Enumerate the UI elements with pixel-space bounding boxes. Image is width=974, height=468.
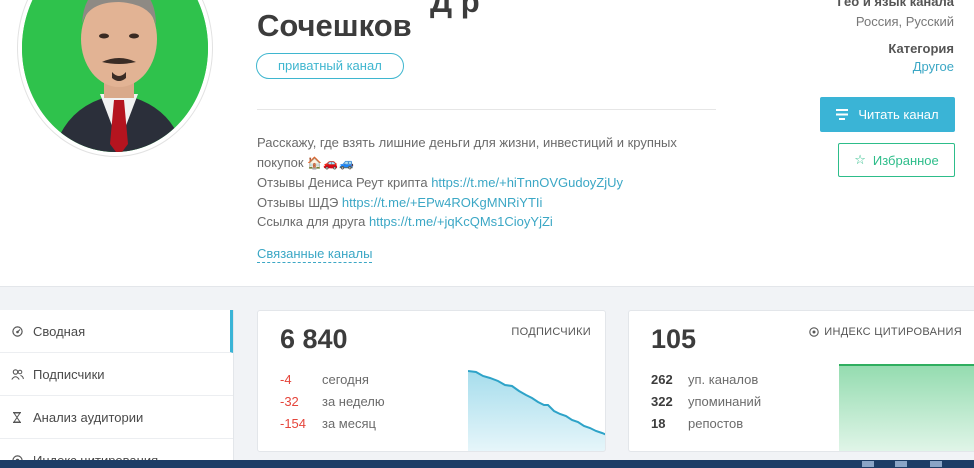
target-icon — [809, 327, 819, 337]
stat-text: сегодня — [322, 372, 369, 387]
stat-row: -4 сегодня — [280, 372, 369, 387]
favorite-button[interactable]: ☆ Избранное — [838, 143, 955, 177]
friend-link-label: Ссылка для друга — [257, 214, 366, 229]
read-channel-button[interactable]: Читать канал — [820, 97, 955, 132]
stat-row: 262 уп. каналов — [651, 372, 758, 387]
citation-index-value: 105 — [651, 324, 697, 354]
stat-row: 322 упоминаний — [651, 394, 761, 409]
channel-name-partial: Д р — [430, 0, 480, 19]
subscribers-sparkline — [468, 370, 605, 451]
channel-description: Расскажу, где взять лишние деньги для жи… — [257, 133, 697, 232]
read-channel-label: Читать канал — [858, 107, 939, 122]
stat-value: -32 — [280, 394, 299, 409]
description-line: Расскажу, где взять лишние деньги для жи… — [257, 135, 677, 150]
review-shde-link[interactable]: https://t.me/+EPw4ROKgMNRiYTIi — [342, 195, 542, 210]
users-icon — [10, 367, 24, 381]
house-car-emoji: 🏠🚗🚙 — [307, 155, 356, 170]
friend-link[interactable]: https://t.me/+jqKcQMs1CioyYjZi — [369, 214, 553, 229]
subscribers-label: ПОДПИСЧИКИ — [511, 326, 591, 338]
taskbar-icon[interactable] — [930, 461, 942, 467]
description-line: Отзывы Дениса Реут крипта https://t.me/+… — [257, 173, 697, 193]
channel-name: Сочешков — [257, 8, 412, 43]
favorite-label: Избранное — [872, 152, 939, 168]
description-line: Отзывы ШДЭ https://t.me/+EPw4ROKgMNRiYTI… — [257, 193, 697, 213]
taskbar-icon[interactable] — [895, 461, 907, 467]
stat-text: репостов — [688, 416, 744, 431]
citation-label-text: ИНДЕКС ЦИТИРОВАНИЯ — [824, 326, 962, 338]
stat-text: за неделю — [322, 394, 385, 409]
channel-avatar — [18, 0, 212, 156]
category-title: Категория — [888, 41, 954, 56]
stat-row: -32 за неделю — [280, 394, 385, 409]
stat-value: 18 — [651, 416, 666, 431]
review-denis-link[interactable]: https://t.me/+hiTnnOVGudoyZjUy — [431, 175, 623, 190]
related-channels-link[interactable]: Связанные каналы — [257, 246, 373, 263]
description-text: покупок — [257, 154, 304, 170]
gauge-icon — [10, 324, 24, 338]
stat-row: -154 за месяц — [280, 416, 376, 431]
header-divider — [257, 109, 716, 110]
os-taskbar — [0, 460, 974, 468]
channel-header: Д р Сочешков приватный канал Расскажу, г… — [0, 0, 974, 287]
review-shde-label: Отзывы ШДЭ — [257, 194, 339, 210]
stat-text: упоминаний — [688, 394, 762, 409]
description-line: Ссылка для друга https://t.me/+jqKcQMs1C… — [257, 212, 697, 232]
taskbar-icon[interactable] — [862, 461, 874, 467]
geo-title: Гео и язык канала — [837, 0, 954, 9]
sidebar-item-label: Подписчики — [33, 366, 105, 382]
citation-card: 105 ИНДЕКС ЦИТИРОВАНИЯ 262 уп. каналов 3… — [628, 310, 974, 452]
sidebar: Сводная Подписчики Анализ аудитории Инде… — [0, 310, 234, 468]
description-line: покупок 🏠🚗🚙 — [257, 153, 697, 174]
sidebar-item-label: Сводная — [33, 323, 86, 339]
stat-value: -154 — [280, 416, 307, 431]
stat-value: 322 — [651, 394, 673, 409]
sidebar-item-audience[interactable]: Анализ аудитории — [0, 396, 233, 439]
sidebar-item-summary[interactable]: Сводная — [0, 310, 233, 353]
stat-value: -4 — [280, 372, 292, 387]
sidebar-item-label: Анализ аудитории — [33, 409, 144, 425]
stat-value: 262 — [651, 372, 673, 387]
review-denis-label: Отзывы Дениса Реут крипта — [257, 175, 428, 190]
list-icon — [836, 109, 849, 120]
hourglass-icon — [10, 410, 24, 424]
stat-text: уп. каналов — [688, 372, 759, 387]
subscribers-card: 6 840 ПОДПИСЧИКИ -4 сегодня -32 за недел… — [257, 310, 606, 452]
citation-sparkline — [839, 364, 974, 451]
sidebar-item-subscribers[interactable]: Подписчики — [0, 353, 233, 396]
subscribers-count: 6 840 — [280, 324, 348, 354]
category-link[interactable]: Другое — [913, 59, 954, 74]
stat-row: 18 репостов — [651, 416, 743, 431]
private-channel-badge: приватный канал — [256, 53, 404, 79]
stat-text: за месяц — [322, 416, 376, 431]
star-icon: ☆ — [854, 152, 866, 167]
citation-label: ИНДЕКС ЦИТИРОВАНИЯ — [809, 326, 962, 338]
geo-value: Россия, Русский — [855, 14, 954, 29]
